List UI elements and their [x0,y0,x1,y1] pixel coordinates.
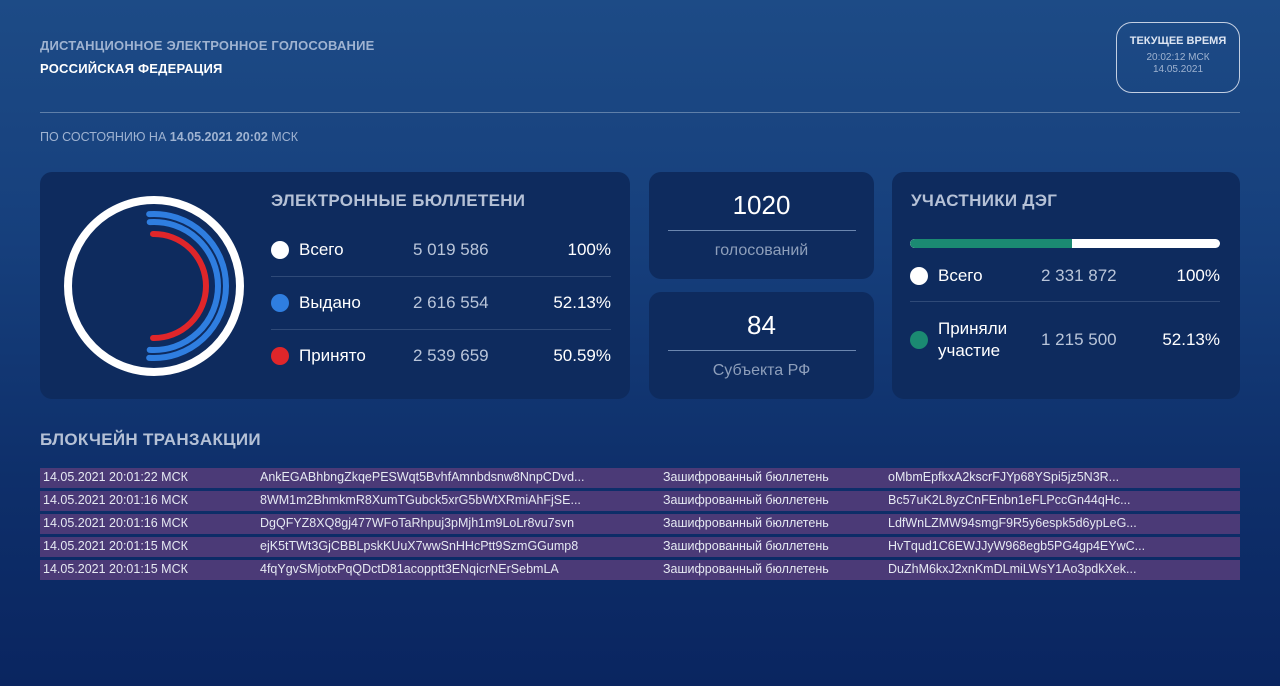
participants-card: УЧАСТНИКИ ДЭГ Всего 2 331 872 100% Приня… [892,172,1240,399]
participants-progress-fill [910,239,1072,248]
tx-signature: oMbmEpfkxA2kscrFJYp68YSpi5jz5N3R... [888,470,1120,484]
participants-separator [910,301,1220,302]
ballots-issued-label: Выдано [299,293,361,312]
participants-voted-label: Приняли участие [938,318,1007,362]
ballots-issued-percent: 52.13% [553,293,611,312]
tx-hash: 8WM1m2BhmkmR8XumTGubck5xrG5bWtXRmiAhFjSE… [260,493,581,507]
table-row[interactable]: 14.05.2021 20:01:16 МСК DgQFYZ8XQ8gj477WF… [40,514,1240,534]
ballots-row-total: Всего 5 019 586 100% [271,240,611,260]
status-datetime: 14.05.2021 20:02 [169,130,268,144]
table-row[interactable]: 14.05.2021 20:01:22 МСК AnkEGABhbngZkqePE… [40,468,1240,488]
participants-voted-dot-icon [910,331,928,349]
total-dot-icon [271,241,289,259]
participants-row-voted: Приняли участие 1 215 500 52.13% [910,318,1220,362]
ballots-card: ЭЛЕКТРОННЫЕ БЮЛЛЕТЕНИ Всего 5 019 586 10… [40,172,630,399]
ring-accepted [150,231,209,341]
status-line: ПО СОСТОЯНИЮ НА 14.05.2021 20:02 МСК [40,130,298,144]
header-divider [40,112,1240,113]
tx-type: Зашифрованный бюллетень [663,470,829,484]
participants-row-total: Всего 2 331 872 100% [910,266,1220,286]
tx-time: 14.05.2021 20:01:16 МСК [43,493,188,507]
tx-hash: ejK5tTWt3GjCBBLpskKUuX7wwSnHHcPtt9SzmGGu… [260,539,579,553]
ballots-row-issued: Выдано 2 616 554 52.13% [271,293,611,313]
tx-hash: 4fqYgvSMjotxPqQDctD81acopptt3ENqicrNErSe… [260,562,559,576]
table-row[interactable]: 14.05.2021 20:01:16 МСК 8WM1m2BhmkmR8XumT… [40,491,1240,511]
subjects-card: 84 Субъекта РФ [649,292,874,399]
accepted-dot-icon [271,347,289,365]
participants-total-label: Всего [938,266,983,285]
participants-total-value: 2 331 872 [1041,266,1117,285]
ballots-title: ЭЛЕКТРОННЫЕ БЮЛЛЕТЕНИ [271,191,526,210]
subjects-label: Субъекта РФ [712,362,811,379]
ballots-separator [271,329,611,330]
ballots-separator [271,276,611,277]
tx-signature: LdfWnLZMW94smgF9R5y6espk5d6ypLeG... [888,516,1137,530]
tx-time: 14.05.2021 20:01:15 МСК [43,562,188,576]
ballots-total-label: Всего [299,240,344,259]
ring-total [64,196,244,376]
tx-signature: DuZhM6kxJ2xnKmDLmiLWsY1Ao3pdkXek... [888,562,1137,576]
ballots-total-value: 5 019 586 [413,240,489,259]
ballots-ring-chart [64,196,244,376]
votes-divider [667,230,856,231]
ballots-total-percent: 100% [567,240,611,259]
tx-signature: HvTqud1C6EWJJyW968egb5PG4gp4EYwC... [888,539,1146,553]
header-title: РОССИЙСКАЯ ФЕДЕРАЦИЯ [40,61,223,76]
current-time-value: 20:02:12 МСК [1146,52,1210,63]
tx-type: Зашифрованный бюллетень [663,539,829,553]
tx-time: 14.05.2021 20:01:22 МСК [43,470,188,484]
tx-time: 14.05.2021 20:01:16 МСК [43,516,188,530]
tx-type: Зашифрованный бюллетень [663,562,829,576]
table-row[interactable]: 14.05.2021 20:01:15 МСК 4fqYgvSMjotxPqQDc… [40,560,1240,580]
blockchain-transactions-table: 14.05.2021 20:01:22 МСК AnkEGABhbngZkqePE… [40,468,1240,583]
participants-title: УЧАСТНИКИ ДЭГ [911,191,1058,210]
tx-signature: Bc57uK2L8yzCnFEnbn1eFLPccGn44qHc... [888,493,1131,507]
participants-total-dot-icon [910,267,928,285]
ballots-accepted-label: Принято [299,346,366,365]
subjects-count: 84 [747,310,776,340]
ballots-row-accepted: Принято 2 539 659 50.59% [271,346,611,366]
tx-type: Зашифрованный бюллетень [663,516,829,530]
ballots-accepted-percent: 50.59% [553,346,611,365]
tx-time: 14.05.2021 20:01:15 МСК [43,539,188,553]
participants-total-percent: 100% [1176,266,1220,285]
votes-card: 1020 голосований [649,172,874,279]
current-time-widget: ТЕКУЩЕЕ ВРЕМЯ 20:02:12 МСК 14.05.2021 [1116,22,1240,93]
header-subtitle: ДИСТАНЦИОННОЕ ЭЛЕКТРОННОЕ ГОЛОСОВАНИЕ [40,38,375,53]
ballots-accepted-value: 2 539 659 [413,346,489,365]
status-suffix: МСК [271,130,299,144]
issued-dot-icon [271,294,289,312]
participants-voted-label-line1: Приняли [938,319,1008,338]
participants-voted-label-line2: участие [938,341,1001,360]
tx-hash: AnkEGABhbngZkqePESWqt5BvhfAmnbdsnw8NnpCD… [260,470,585,484]
participants-voted-value: 1 215 500 [1041,330,1117,349]
table-row[interactable]: 14.05.2021 20:01:15 МСК ejK5tTWt3GjCBBLps… [40,537,1240,557]
ballots-issued-value: 2 616 554 [413,293,489,312]
tx-hash: DgQFYZ8XQ8gj477WFoTaRhpuj3pMjh1m9LoLr8vu… [260,516,575,530]
current-time-label: ТЕКУЩЕЕ ВРЕМЯ [1129,35,1227,47]
tx-type: Зашифрованный бюллетень [663,493,829,507]
current-date-value: 14.05.2021 [1152,64,1204,75]
votes-label: голосований [714,242,809,259]
subjects-divider [667,350,856,351]
status-prefix: ПО СОСТОЯНИЮ НА [40,130,167,144]
participants-voted-percent: 52.13% [1162,330,1220,349]
header: ДИСТАНЦИОННОЕ ЭЛЕКТРОННОЕ ГОЛОСОВАНИЕ РО… [40,38,375,76]
votes-count: 1020 [732,190,791,220]
participants-progress-bar [910,239,1220,248]
blockchain-title: БЛОКЧЕЙН ТРАНЗАКЦИИ [40,430,261,449]
